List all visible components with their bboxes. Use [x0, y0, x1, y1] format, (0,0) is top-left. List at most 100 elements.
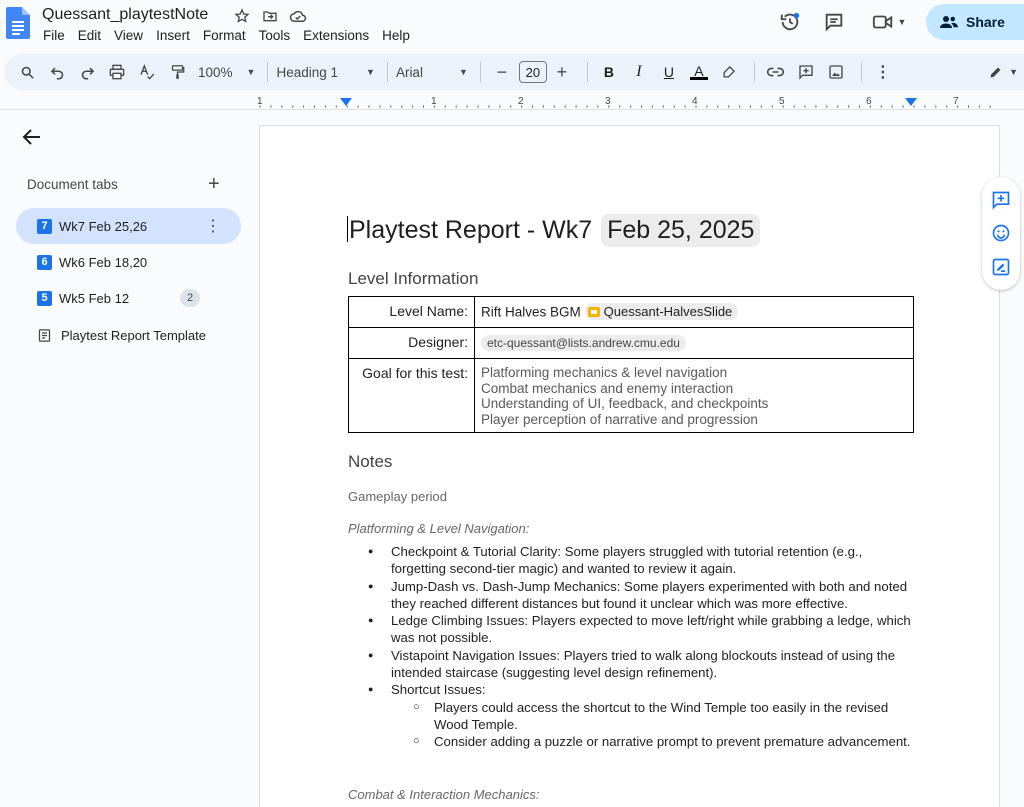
tab-label: Playtest Report Template	[61, 327, 206, 343]
paint-format-icon[interactable]	[164, 58, 190, 86]
bold-button[interactable]: B	[596, 58, 622, 86]
zoom-value: 100%	[198, 64, 233, 80]
notes-heading: Notes	[348, 452, 393, 471]
share-button[interactable]: Share	[926, 4, 1024, 40]
notes-list: Checkpoint & Tutorial Clarity: Some play…	[368, 543, 916, 751]
emoji-reaction-icon[interactable]	[990, 222, 1012, 244]
document-page[interactable]: Playtest Report - Wk7 Feb 25, 2025 Level…	[259, 125, 1000, 807]
back-arrow-icon[interactable]	[20, 125, 44, 149]
insert-image-icon[interactable]	[823, 58, 849, 86]
zoom-select[interactable]: 100% ▼	[198, 58, 255, 86]
decrease-font-size-icon[interactable]: −	[489, 58, 515, 86]
add-tab-button[interactable]: +	[208, 173, 220, 196]
comment-count-badge: 2	[180, 289, 200, 307]
chevron-down-icon: ▼	[246, 67, 256, 77]
print-icon[interactable]	[104, 58, 130, 86]
text-color-button[interactable]: A	[686, 58, 712, 86]
ruler-number: 3	[605, 96, 611, 107]
divider	[753, 62, 755, 82]
divider	[860, 62, 862, 82]
chevron-down-icon: ▼	[897, 17, 907, 27]
menu-view[interactable]: View	[114, 28, 143, 43]
insert-link-icon[interactable]	[763, 58, 789, 86]
more-options-icon[interactable]: ⋮	[870, 58, 896, 86]
tab-wk5[interactable]: 5 Wk5 Feb 12 2	[16, 280, 241, 316]
menu-format[interactable]: Format	[203, 28, 246, 43]
italic-button[interactable]: I	[626, 58, 652, 86]
ruler-number: 7	[953, 96, 959, 107]
heading-text: Playtest Report - Wk7	[349, 216, 593, 244]
tab-playtest-report-template[interactable]: Playtest Report Template	[16, 317, 241, 353]
version-history-icon[interactable]	[772, 4, 808, 40]
sub-list-item: Players could access the shortcut to the…	[411, 699, 916, 734]
goal-cell[interactable]: Platforming mechanics & level navigation…	[474, 358, 914, 433]
slides-file-name: Quessant-HalvesSlide	[603, 304, 733, 319]
menu-edit[interactable]: Edit	[78, 28, 101, 43]
document-title[interactable]: Quessant_playtestNote	[42, 6, 208, 24]
document-tabs-sidebar: Document tabs + 7 Wk7 Feb 25,26 ⋮ 6 Wk6 …	[0, 111, 258, 807]
tab-number-icon: 7	[37, 218, 52, 234]
tab-wk6[interactable]: 6 Wk6 Feb 18,20	[16, 244, 241, 280]
gameplay-period-label: Gameplay period	[348, 489, 447, 504]
menu-tools[interactable]: Tools	[259, 28, 291, 43]
ruler-number: 2	[518, 96, 524, 107]
goal-item: Platforming mechanics & level navigation	[481, 365, 728, 380]
ruler-number: 5	[779, 96, 785, 107]
search-menus-icon[interactable]	[14, 58, 40, 86]
document-icon	[38, 328, 51, 342]
underline-button[interactable]: U	[656, 58, 682, 86]
text-cursor	[347, 216, 348, 242]
editing-mode-icon[interactable]: ▼	[988, 58, 1018, 86]
add-comment-icon[interactable]	[990, 189, 1012, 211]
google-docs-logo-icon[interactable]	[6, 7, 30, 39]
spellcheck-icon[interactable]	[134, 58, 160, 86]
divider	[479, 62, 481, 82]
increase-font-size-icon[interactable]: +	[549, 58, 575, 86]
text-color-icon: A	[694, 62, 704, 79]
ruler-number: 1	[431, 96, 437, 107]
level-name-value: Rift Halves BGM	[481, 304, 581, 320]
floating-side-tools	[982, 177, 1020, 290]
tab-number-icon: 6	[37, 254, 52, 270]
star-icon[interactable]	[232, 6, 252, 26]
style-select[interactable]: Heading 1 ▼	[276, 58, 374, 86]
cloud-saved-icon[interactable]	[288, 6, 308, 26]
tab-label: Wk5 Feb 12	[59, 290, 130, 306]
tab-wk7[interactable]: 7 Wk7 Feb 25,26 ⋮	[16, 208, 241, 244]
slides-icon	[587, 306, 600, 317]
font-size-input[interactable]: 20	[518, 61, 547, 83]
ruler-number: 1	[257, 96, 263, 107]
combat-heading: Combat & Interaction Mechanics:	[348, 787, 540, 802]
slides-file-chip[interactable]: Quessant-HalvesSlide	[584, 303, 739, 320]
add-comment-icon[interactable]	[793, 58, 819, 86]
menu-insert[interactable]: Insert	[156, 28, 190, 43]
meet-video-icon[interactable]: ▼	[866, 4, 912, 40]
undo-icon[interactable]	[44, 58, 70, 86]
tab-options-icon[interactable]: ⋮	[205, 216, 221, 236]
sub-list-item: Consider adding a puzzle or narrative pr…	[411, 733, 916, 751]
document-heading[interactable]: Playtest Report - Wk7 Feb 25, 2025	[347, 214, 761, 247]
highlight-icon[interactable]	[716, 58, 742, 86]
font-select[interactable]: Arial ▼	[396, 58, 468, 86]
share-label: Share	[966, 14, 1005, 30]
comments-icon[interactable]	[816, 4, 852, 40]
menu-help[interactable]: Help	[382, 28, 410, 43]
move-folder-icon[interactable]	[260, 6, 280, 26]
list-item: Ledge Climbing Issues: Players expected …	[368, 612, 916, 647]
goal-label: Goal for this test:	[348, 358, 475, 433]
date-chip[interactable]: Feb 25, 2025	[601, 214, 761, 247]
left-indent-marker[interactable]	[340, 98, 352, 106]
redo-icon[interactable]	[74, 58, 100, 86]
menu-file[interactable]: File	[43, 28, 65, 43]
level-name-cell[interactable]: Rift Halves BGM Quessant-HalvesSlide	[474, 296, 914, 328]
goal-item: Understanding of UI, feedback, and check…	[481, 396, 769, 411]
level-information-heading: Level Information	[348, 269, 479, 288]
ruler-number: 6	[866, 96, 872, 107]
designer-email-chip[interactable]: etc-quessant@lists.andrew.cmu.edu	[481, 335, 686, 351]
right-indent-marker[interactable]	[905, 98, 917, 106]
menu-bar: File Edit View Insert Format Tools Exten…	[43, 28, 423, 43]
style-value: Heading 1	[276, 64, 339, 80]
suggest-edits-icon[interactable]	[990, 256, 1012, 278]
menu-extensions[interactable]: Extensions	[303, 28, 369, 43]
designer-cell[interactable]: etc-quessant@lists.andrew.cmu.edu	[474, 327, 914, 359]
